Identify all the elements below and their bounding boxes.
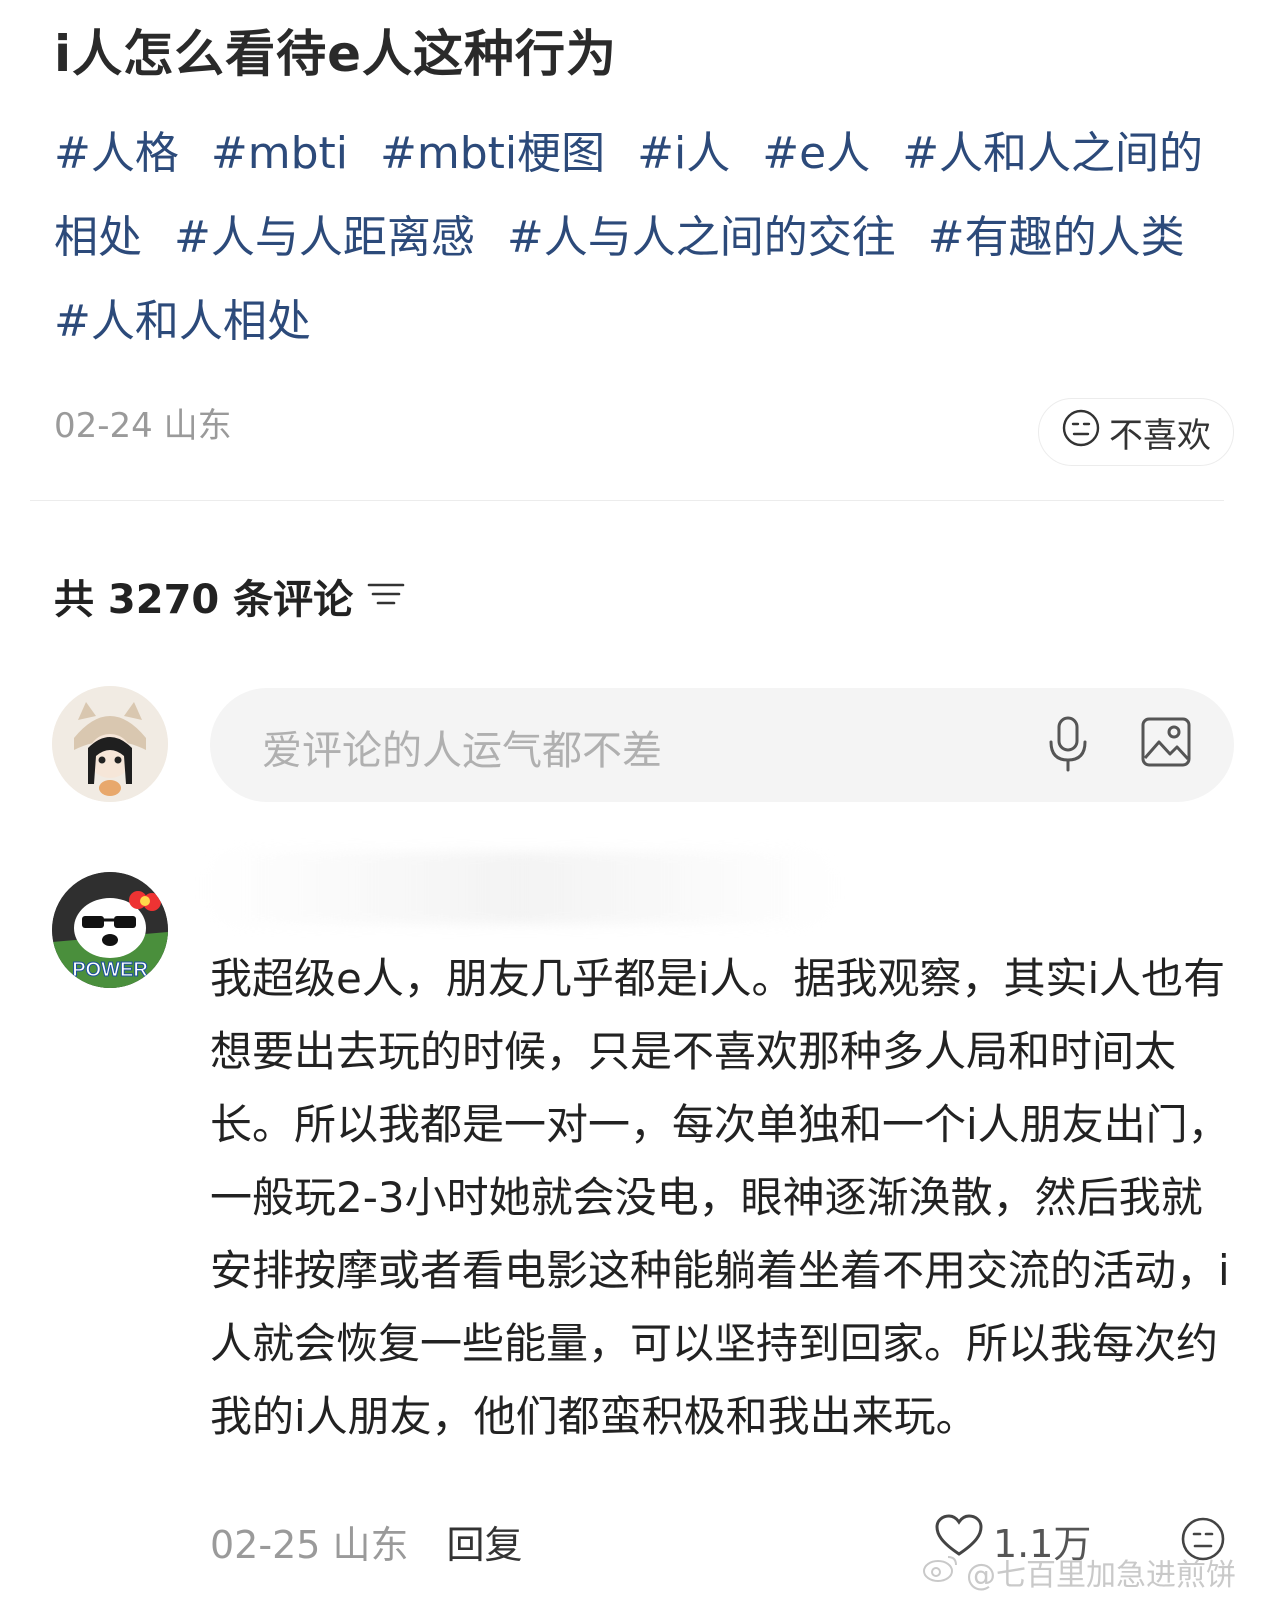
divider [30,500,1224,501]
tag-link[interactable]: #mbti [211,128,348,179]
user-avatar[interactable] [52,686,168,802]
tag-link[interactable]: #i人 [637,128,730,179]
comment-input[interactable]: 爱评论的人运气都不差 [210,688,1234,802]
comment-text: 我超级e人，朋友几乎都是i人。据我观察，其实i人也有想要出去玩的时候，只是不喜欢… [210,954,1230,1441]
commenter-avatar[interactable]: POWER [52,872,168,988]
watermark-text: @七百里加急进煎饼 [966,1558,1236,1593]
tag-link[interactable]: #有趣的人类 [928,212,1185,263]
tag-link[interactable]: #人格 [54,128,179,179]
post-meta: 02-24 山东 [54,398,232,447]
blurred-username [200,852,840,924]
reply-button[interactable]: 回复 [447,1514,523,1569]
comment-input-placeholder: 爱评论的人运气都不差 [262,728,662,774]
comment-date: 02-25 [210,1523,321,1567]
tag-link[interactable]: #人与人距离感 [174,212,475,263]
tag-link[interactable]: #人和人相处 [54,296,311,347]
neutral-face-icon [1061,408,1101,457]
tag-list: #人格 #mbti #mbti梗图 #i人 #e人 #人和人之间的相处 #人与人… [54,112,1234,364]
post-title: i人怎么看待e人这种行为 [54,25,618,83]
post-location: 山东 [163,406,232,446]
post-date: 02-24 [54,406,153,446]
dislike-label: 不喜欢 [1109,415,1211,456]
tag-link[interactable]: #mbti梗图 [380,128,605,179]
comment-date-location: 02-25 山东 [210,1514,409,1569]
comment-meta: 02-25 山东 回复 [210,1514,523,1569]
tag-link[interactable]: #e人 [762,128,870,179]
comment-count: 共 3270 条评论 [54,577,354,623]
sort-icon[interactable] [367,573,405,619]
image-icon[interactable] [1140,716,1192,772]
avatar-text: POWER [72,959,148,981]
weibo-logo-icon [922,1553,960,1591]
watermark: @七百里加急进煎饼 [922,1550,1236,1594]
comments-header: 共 3270 条评论 [54,567,405,625]
tag-link[interactable]: #人与人之间的交往 [507,212,896,263]
comment-location: 山东 [332,1523,409,1567]
dislike-button[interactable]: 不喜欢 [1038,398,1234,466]
microphone-icon[interactable] [1045,714,1091,778]
